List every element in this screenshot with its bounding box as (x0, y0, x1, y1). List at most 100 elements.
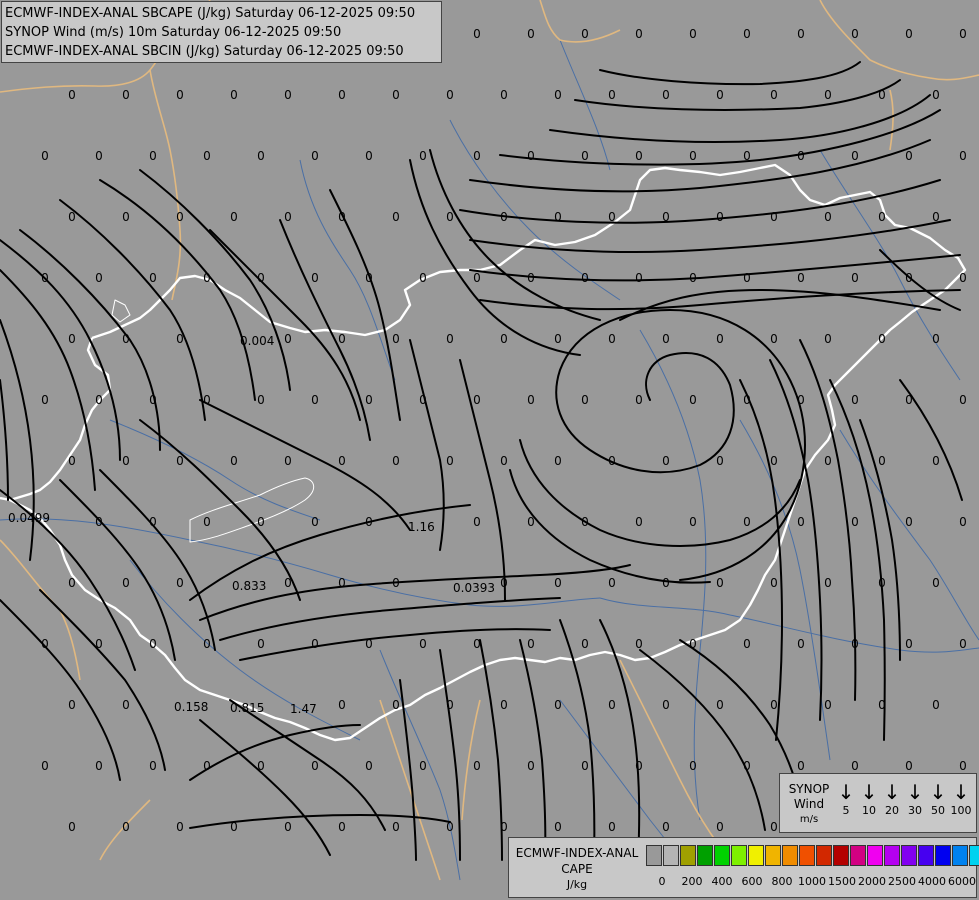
cape-swatch (918, 845, 934, 866)
grid-value-zero: 0 (959, 393, 967, 407)
grid-value-zero: 0 (419, 149, 427, 163)
grid-value-zero: 0 (176, 88, 184, 102)
grid-value-zero: 0 (608, 820, 616, 834)
grid-value-zero: 0 (311, 149, 319, 163)
grid-value-zero: 0 (68, 820, 76, 834)
grid-value-nonzero: 1.16 (408, 520, 435, 534)
map-canvas[interactable]: 0 0 0 0 0 0 0 0 0 0 0 0 0 0 0 0 0 0 0 0 0 0 0 0 0 0 0 0 0 0 0 0 0 0 0 0 0 0 0 0… (0, 0, 979, 900)
grid-value-zero: 0 (608, 698, 616, 712)
grid-value-zero: 0 (149, 515, 157, 529)
grid-value-zero: 0 (257, 149, 265, 163)
grid-value-zero: 0 (473, 271, 481, 285)
grid-value-zero: 0 (743, 27, 751, 41)
grid-value-zero: 0 (581, 27, 589, 41)
wind-legend-item-100: ↓ 100 (949, 780, 973, 818)
grid-value-zero: 0 (959, 27, 967, 41)
grid-value-zero: 0 (338, 576, 346, 590)
wind-legend-label: SYNOP Wind m/s (784, 782, 834, 827)
cape-legend-unit: J/kg (566, 878, 588, 891)
grid-value-zero: 0 (662, 88, 670, 102)
cape-swatch (969, 845, 979, 866)
grid-value-zero: 0 (149, 271, 157, 285)
grid-value-zero: 0 (959, 515, 967, 529)
wind-legend-unit: m/s (799, 814, 819, 825)
grid-value-zero: 0 (500, 454, 508, 468)
grid-value-zero: 0 (608, 332, 616, 346)
grid-value-zero: 0 (824, 698, 832, 712)
grid-value-zero: 0 (338, 454, 346, 468)
grid-value-zero: 0 (203, 637, 211, 651)
cape-swatch (833, 845, 849, 866)
down-arrow-icon: ↓ (860, 780, 878, 804)
grid-value-nonzero: 0.815 (230, 701, 264, 715)
cape-tick-label: 2500 (888, 875, 916, 888)
cape-tick-label: 0 (658, 875, 666, 888)
cape-swatch (748, 845, 764, 866)
grid-value-zero: 0 (122, 820, 130, 834)
grid-value-zero: 0 (716, 332, 724, 346)
grid-value-zero: 0 (770, 698, 778, 712)
grid-value-zero: 0 (257, 515, 265, 529)
grid-value-zero: 0 (851, 515, 859, 529)
grid-value-zero: 0 (392, 88, 400, 102)
grid-value-zero: 0 (635, 515, 643, 529)
grid-value-zero: 0 (338, 332, 346, 346)
grid-value-zero: 0 (122, 332, 130, 346)
grid-value-zero: 0 (122, 698, 130, 712)
grid-value-zero: 0 (797, 637, 805, 651)
grid-value-zero: 0 (284, 332, 292, 346)
grid-value-zero: 0 (689, 149, 697, 163)
grid-value-zero: 0 (527, 393, 535, 407)
wind-speed-label: 100 (950, 804, 972, 817)
cape-swatch (680, 845, 696, 866)
grid-value-zero: 0 (68, 576, 76, 590)
grid-value-zero: 0 (662, 210, 670, 224)
grid-value-zero: 0 (554, 820, 562, 834)
grid-value-zero: 0 (662, 576, 670, 590)
grid-value-zero: 0 (500, 576, 508, 590)
grid-value-zero: 0 (122, 454, 130, 468)
grid-value-zero: 0 (365, 149, 373, 163)
grid-value-zero: 0 (284, 210, 292, 224)
map-background (0, 0, 979, 900)
grid-value-zero: 0 (716, 454, 724, 468)
grid-value-zero: 0 (446, 332, 454, 346)
wind-legend-item-30: ↓ 30 (903, 780, 927, 818)
cape-tick-label: 800 (771, 875, 793, 888)
grid-value-zero: 0 (500, 332, 508, 346)
grid-value-zero: 0 (635, 637, 643, 651)
grid-value-zero: 0 (689, 271, 697, 285)
grid-value-zero: 0 (365, 515, 373, 529)
wind-legend-item-20: ↓ 20 (880, 780, 904, 818)
cape-swatch (901, 845, 917, 866)
grid-value-zero: 0 (41, 637, 49, 651)
cape-swatch (663, 845, 679, 866)
grid-value-zero: 0 (230, 820, 238, 834)
grid-value-zero: 0 (41, 271, 49, 285)
down-arrow-icon: ↓ (929, 780, 947, 804)
grid-value-zero: 0 (446, 698, 454, 712)
grid-value-zero: 0 (959, 271, 967, 285)
grid-value-zero: 0 (419, 271, 427, 285)
grid-value-zero: 0 (554, 332, 562, 346)
grid-value-zero: 0 (851, 271, 859, 285)
grid-value-zero: 0 (311, 515, 319, 529)
grid-value-zero: 0 (338, 88, 346, 102)
grid-value-zero: 0 (689, 393, 697, 407)
grid-value-zero: 0 (392, 210, 400, 224)
grid-value-zero: 0 (743, 393, 751, 407)
grid-value-zero: 0 (689, 637, 697, 651)
cape-legend-title-2: CAPE (561, 862, 593, 876)
grid-value-zero: 0 (338, 820, 346, 834)
grid-value-zero: 0 (554, 454, 562, 468)
grid-value-zero: 0 (203, 759, 211, 773)
grid-value-zero: 0 (689, 759, 697, 773)
grid-value-zero: 0 (932, 698, 940, 712)
grid-value-zero: 0 (284, 88, 292, 102)
grid-value-zero: 0 (365, 759, 373, 773)
grid-value-zero: 0 (176, 576, 184, 590)
grid-value-zero: 0 (662, 820, 670, 834)
grid-value-zero: 0 (905, 27, 913, 41)
grid-value-zero: 0 (392, 332, 400, 346)
grid-value-zero: 0 (392, 576, 400, 590)
